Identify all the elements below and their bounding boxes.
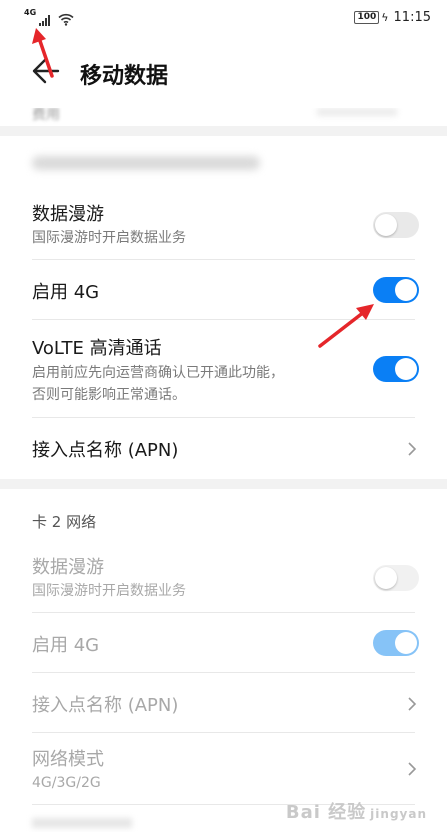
sim1-blurred-title — [32, 156, 260, 170]
app-header: 移动数据 — [0, 36, 447, 108]
chevron-right-icon — [408, 697, 417, 711]
status-bar: 4G 100 ϟ 11:15 — [0, 0, 447, 36]
row-subtitle-line2: 否则可能影响正常通话。 — [32, 387, 186, 403]
sim1-enable-4g-row[interactable]: 启用 4G — [0, 260, 447, 320]
clock: 11:15 — [393, 10, 431, 25]
sim2-network-mode-row[interactable]: 网络模式 4G/3G/2G — [0, 733, 447, 805]
sim1-apn-row[interactable]: 接入点名称 (APN) — [0, 418, 447, 478]
sim1-volte-row[interactable]: VoLTE 高清通话 启用前应先向运营商确认已开通此功能， 否则可能影响正常通话… — [0, 320, 447, 418]
row-title: 启用 4G — [32, 282, 100, 303]
sim1-enable-4g-toggle[interactable] — [373, 277, 419, 303]
row-subtitle: 国际漫游时开启数据业务 — [32, 583, 186, 599]
status-right: 100 ϟ 11:15 — [354, 10, 431, 25]
peek-blurred-value — [317, 108, 397, 116]
battery-icon: 100 — [354, 11, 380, 24]
row-title: 接入点名称 (APN) — [32, 695, 179, 716]
row-title: 网络模式 — [32, 749, 104, 770]
watermark-text: Bai 经验 — [285, 802, 367, 823]
sim1-data-roaming-row[interactable]: 数据漫游 国际漫游时开启数据业务 — [0, 190, 447, 260]
row-subtitle: 国际漫游时开启数据业务 — [32, 230, 186, 246]
row-title: VoLTE 高清通话 — [32, 338, 162, 359]
network-type-label: 4G — [24, 8, 37, 17]
row-subtitle-line1: 启用前应先向运营商确认已开通此功能， — [32, 365, 284, 381]
chevron-right-icon — [408, 762, 417, 776]
row-title: 数据漫游 — [32, 204, 104, 225]
sim2-settings-card: 卡 2 网络 数据漫游 国际漫游时开启数据业务 启用 4G 接入点名称 (APN… — [0, 489, 447, 832]
back-arrow-icon[interactable] — [28, 54, 62, 88]
sim2-data-roaming-row[interactable]: 数据漫游 国际漫游时开启数据业务 — [0, 543, 447, 613]
sim2-enable-4g-toggle[interactable] — [373, 630, 419, 656]
sim1-volte-toggle[interactable] — [373, 356, 419, 382]
row-subtitle: 4G/3G/2G — [32, 775, 101, 791]
row-title: 接入点名称 (APN) — [32, 440, 179, 461]
sim2-apn-row[interactable]: 接入点名称 (APN) — [0, 673, 447, 733]
chevron-right-icon — [408, 442, 417, 456]
signal-icon — [39, 14, 51, 26]
status-left: 4G — [24, 9, 74, 26]
page-title: 移动数据 — [80, 64, 169, 89]
charging-icon: ϟ — [381, 11, 389, 24]
sim2-data-roaming-toggle[interactable] — [373, 565, 419, 591]
previous-section-peek: 费用 — [0, 108, 447, 126]
next-row-blurred — [32, 818, 132, 828]
wifi-icon — [58, 13, 74, 26]
peek-label: 费用 — [32, 108, 60, 123]
row-title: 启用 4G — [32, 635, 100, 656]
sim2-section-title: 卡 2 网络 — [32, 513, 97, 531]
watermark: Bai 经验 jingyan — [286, 798, 427, 824]
row-title: 数据漫游 — [32, 557, 104, 578]
sim1-data-roaming-toggle[interactable] — [373, 212, 419, 238]
sim1-settings-card: 数据漫游 国际漫游时开启数据业务 启用 4G VoLTE 高清通话 启用前应先向… — [0, 136, 447, 479]
sim2-enable-4g-row[interactable]: 启用 4G — [0, 613, 447, 673]
watermark-sub: jingyan — [370, 807, 427, 821]
